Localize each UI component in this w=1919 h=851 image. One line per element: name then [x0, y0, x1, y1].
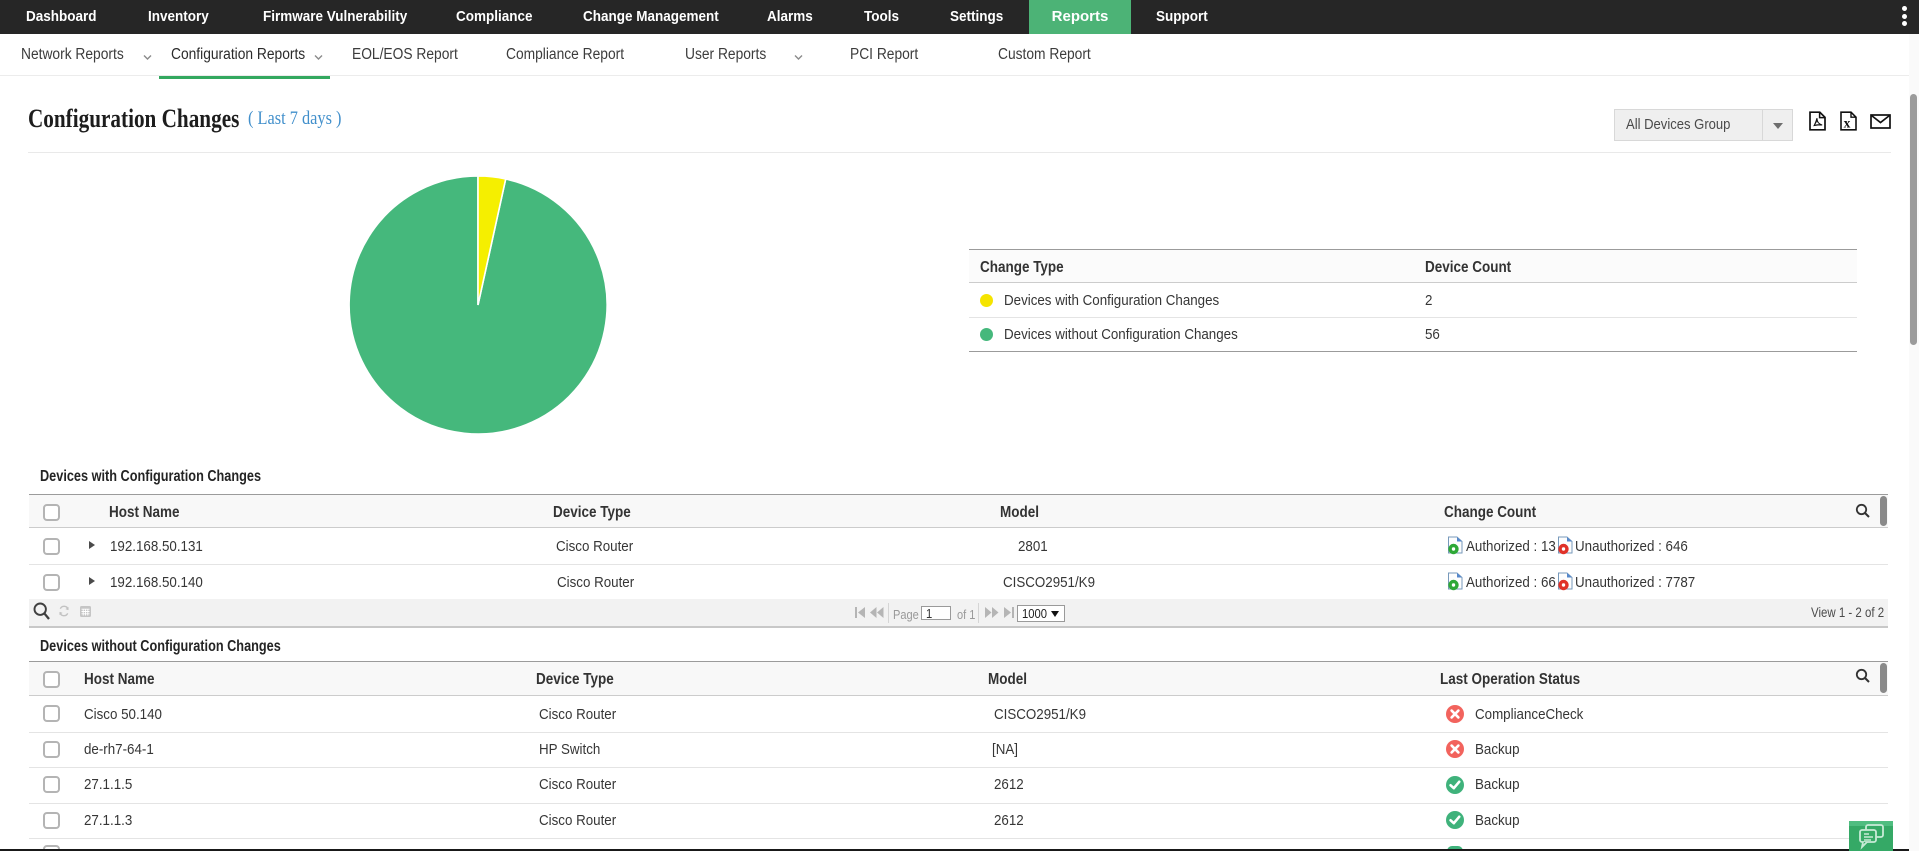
svg-text:x: x [1844, 115, 1851, 130]
